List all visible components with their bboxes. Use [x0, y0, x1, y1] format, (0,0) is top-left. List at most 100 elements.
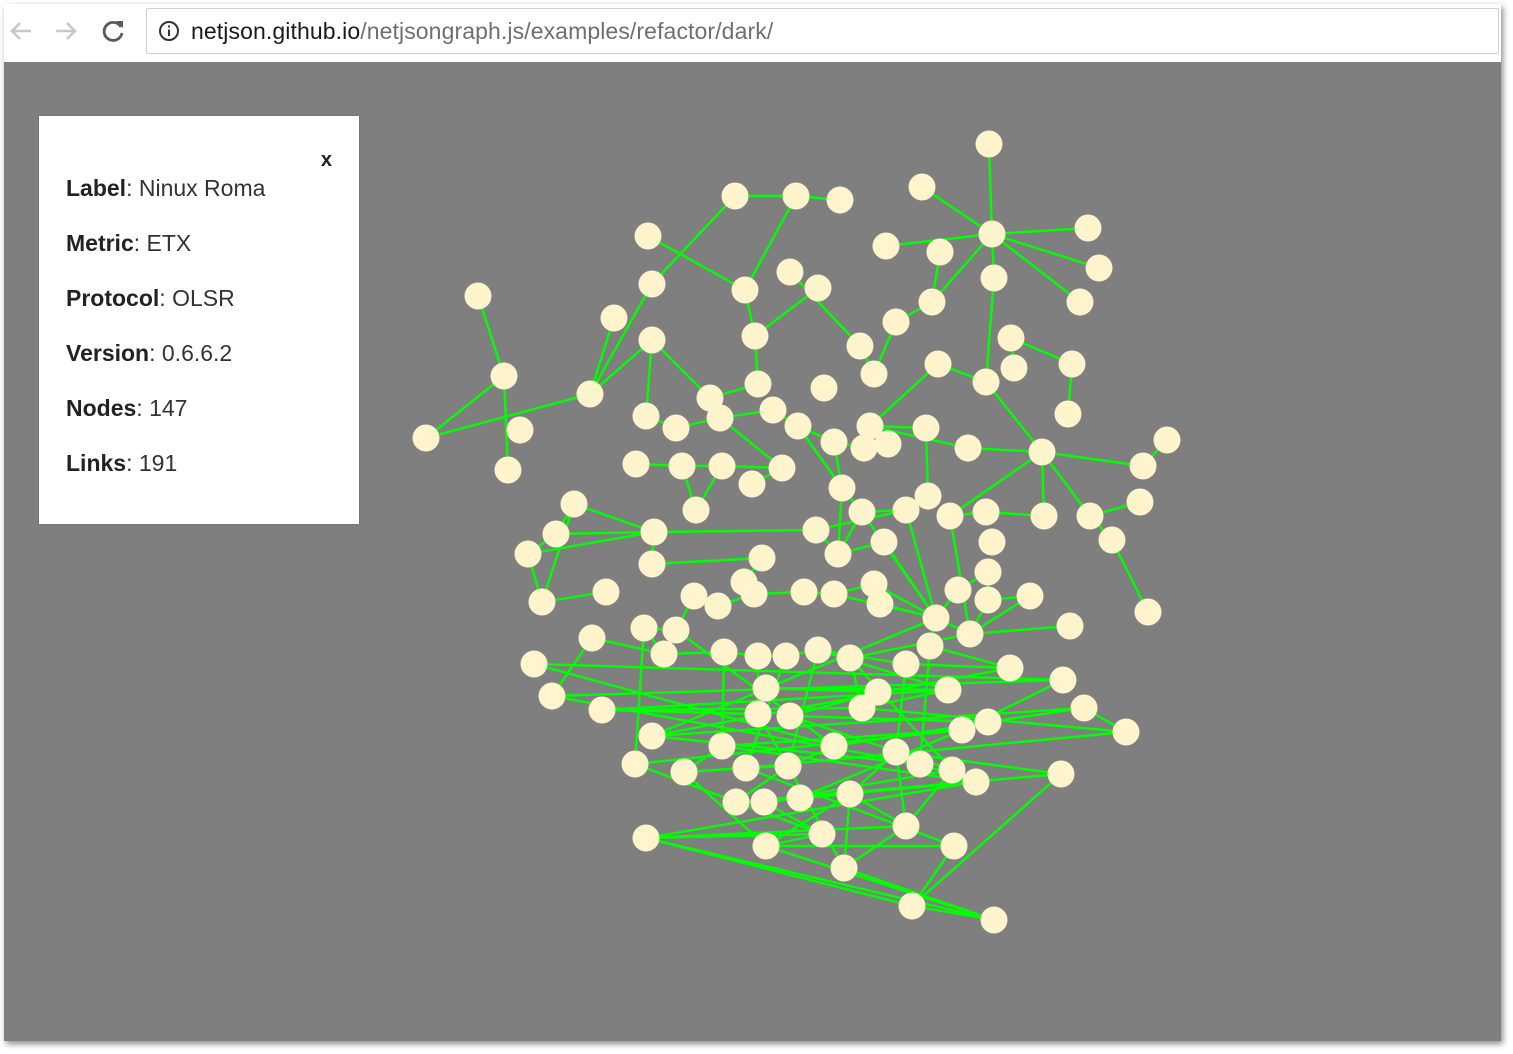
graph-node[interactable] [997, 324, 1025, 352]
graph-node[interactable] [1000, 354, 1028, 382]
graph-node[interactable] [741, 322, 769, 350]
graph-node[interactable] [908, 173, 936, 201]
graph-node[interactable] [662, 616, 690, 644]
graph-node[interactable] [1028, 438, 1056, 466]
graph-node[interactable] [1054, 400, 1082, 428]
graph-node[interactable] [972, 498, 1000, 526]
graph-node[interactable] [850, 434, 878, 462]
graph-node[interactable] [1030, 502, 1058, 530]
graph-node[interactable] [634, 222, 662, 250]
graph-node[interactable] [722, 788, 750, 816]
graph-node[interactable] [912, 414, 940, 442]
graph-node[interactable] [898, 892, 926, 920]
graph-node[interactable] [542, 520, 570, 548]
graph-node[interactable] [836, 780, 864, 808]
graph-node[interactable] [752, 674, 780, 702]
graph-node[interactable] [731, 276, 759, 304]
graph-node[interactable] [870, 528, 898, 556]
graph-node[interactable] [782, 182, 810, 210]
graph-node[interactable] [708, 732, 736, 760]
graph-link[interactable] [991, 233, 1081, 303]
graph-node[interactable] [820, 428, 848, 456]
graph-node[interactable] [906, 750, 934, 778]
graph-node[interactable] [860, 360, 888, 388]
graph-node[interactable] [1112, 718, 1140, 746]
graph-node[interactable] [668, 452, 696, 480]
graph-node[interactable] [740, 580, 768, 608]
graph-link[interactable] [502, 375, 510, 471]
graph-node[interactable] [882, 738, 910, 766]
graph-node[interactable] [972, 368, 1000, 396]
graph-node[interactable] [750, 788, 778, 816]
graph-node[interactable] [732, 754, 760, 782]
graph-node[interactable] [846, 332, 874, 360]
graph-node[interactable] [1058, 350, 1086, 378]
graph-node[interactable] [704, 592, 732, 620]
graph-link[interactable] [540, 503, 576, 603]
graph-node[interactable] [974, 586, 1002, 614]
graph-node[interactable] [638, 326, 666, 354]
graph-node[interactable] [776, 258, 804, 286]
graph-node[interactable] [948, 716, 976, 744]
graph-node[interactable] [600, 304, 628, 332]
graph-node[interactable] [804, 274, 832, 302]
graph-node[interactable] [506, 416, 534, 444]
graph-node[interactable] [934, 676, 962, 704]
graph-node[interactable] [738, 470, 766, 498]
graph-node[interactable] [980, 906, 1008, 934]
graph-node[interactable] [918, 288, 946, 316]
address-bar[interactable]: netjson.github.io/netjsongraph.js/exampl… [146, 8, 1499, 54]
graph-node[interactable] [810, 374, 838, 402]
back-arrow-icon[interactable] [4, 14, 38, 48]
graph-node[interactable] [820, 732, 848, 760]
graph-node[interactable] [710, 638, 738, 666]
graph-node[interactable] [892, 650, 920, 678]
graph-node[interactable] [882, 308, 910, 336]
graph-canvas[interactable]: x Label: Ninux Roma Metric: ETX Protocol… [4, 62, 1501, 1041]
graph-link[interactable] [987, 143, 994, 235]
graph-node[interactable] [1126, 488, 1154, 516]
graph-node[interactable] [922, 604, 950, 632]
graph-node[interactable] [578, 624, 606, 652]
graph-node[interactable] [790, 578, 818, 606]
graph-node[interactable] [926, 238, 954, 266]
graph-node[interactable] [1070, 694, 1098, 722]
graph-node[interactable] [996, 654, 1024, 682]
graph-node[interactable] [1074, 214, 1102, 242]
graph-node[interactable] [978, 528, 1006, 556]
graph-node[interactable] [682, 496, 710, 524]
graph-node[interactable] [1056, 612, 1084, 640]
graph-node[interactable] [975, 130, 1003, 158]
graph-node[interactable] [872, 232, 900, 260]
graph-node[interactable] [784, 412, 812, 440]
graph-node[interactable] [802, 516, 830, 544]
graph-node[interactable] [588, 696, 616, 724]
graph-node[interactable] [662, 414, 690, 442]
graph-node[interactable] [1085, 254, 1113, 282]
graph-node[interactable] [490, 362, 518, 390]
graph-node[interactable] [721, 182, 749, 210]
graph-node[interactable] [576, 380, 604, 408]
graph-node[interactable] [874, 430, 902, 458]
graph-node[interactable] [706, 404, 734, 432]
graph-link[interactable] [653, 528, 817, 534]
graph-node[interactable] [1129, 452, 1157, 480]
graph-node[interactable] [520, 650, 548, 678]
graph-node[interactable] [638, 722, 666, 750]
graph-node[interactable] [936, 502, 964, 530]
graph-node[interactable] [744, 642, 772, 670]
graph-node[interactable] [1016, 582, 1044, 610]
graph-node[interactable] [494, 456, 522, 484]
graph-node[interactable] [916, 632, 944, 660]
graph-node[interactable] [680, 582, 708, 610]
graph-node[interactable] [786, 784, 814, 812]
graph-link[interactable] [911, 773, 1062, 907]
graph-node[interactable] [1098, 526, 1126, 554]
graph-node[interactable] [1153, 426, 1181, 454]
graph-link[interactable] [984, 277, 996, 383]
graph-node[interactable] [820, 580, 848, 608]
graph-node[interactable] [804, 636, 832, 664]
graph-node[interactable] [892, 812, 920, 840]
graph-node[interactable] [1076, 502, 1104, 530]
graph-node[interactable] [1047, 760, 1075, 788]
